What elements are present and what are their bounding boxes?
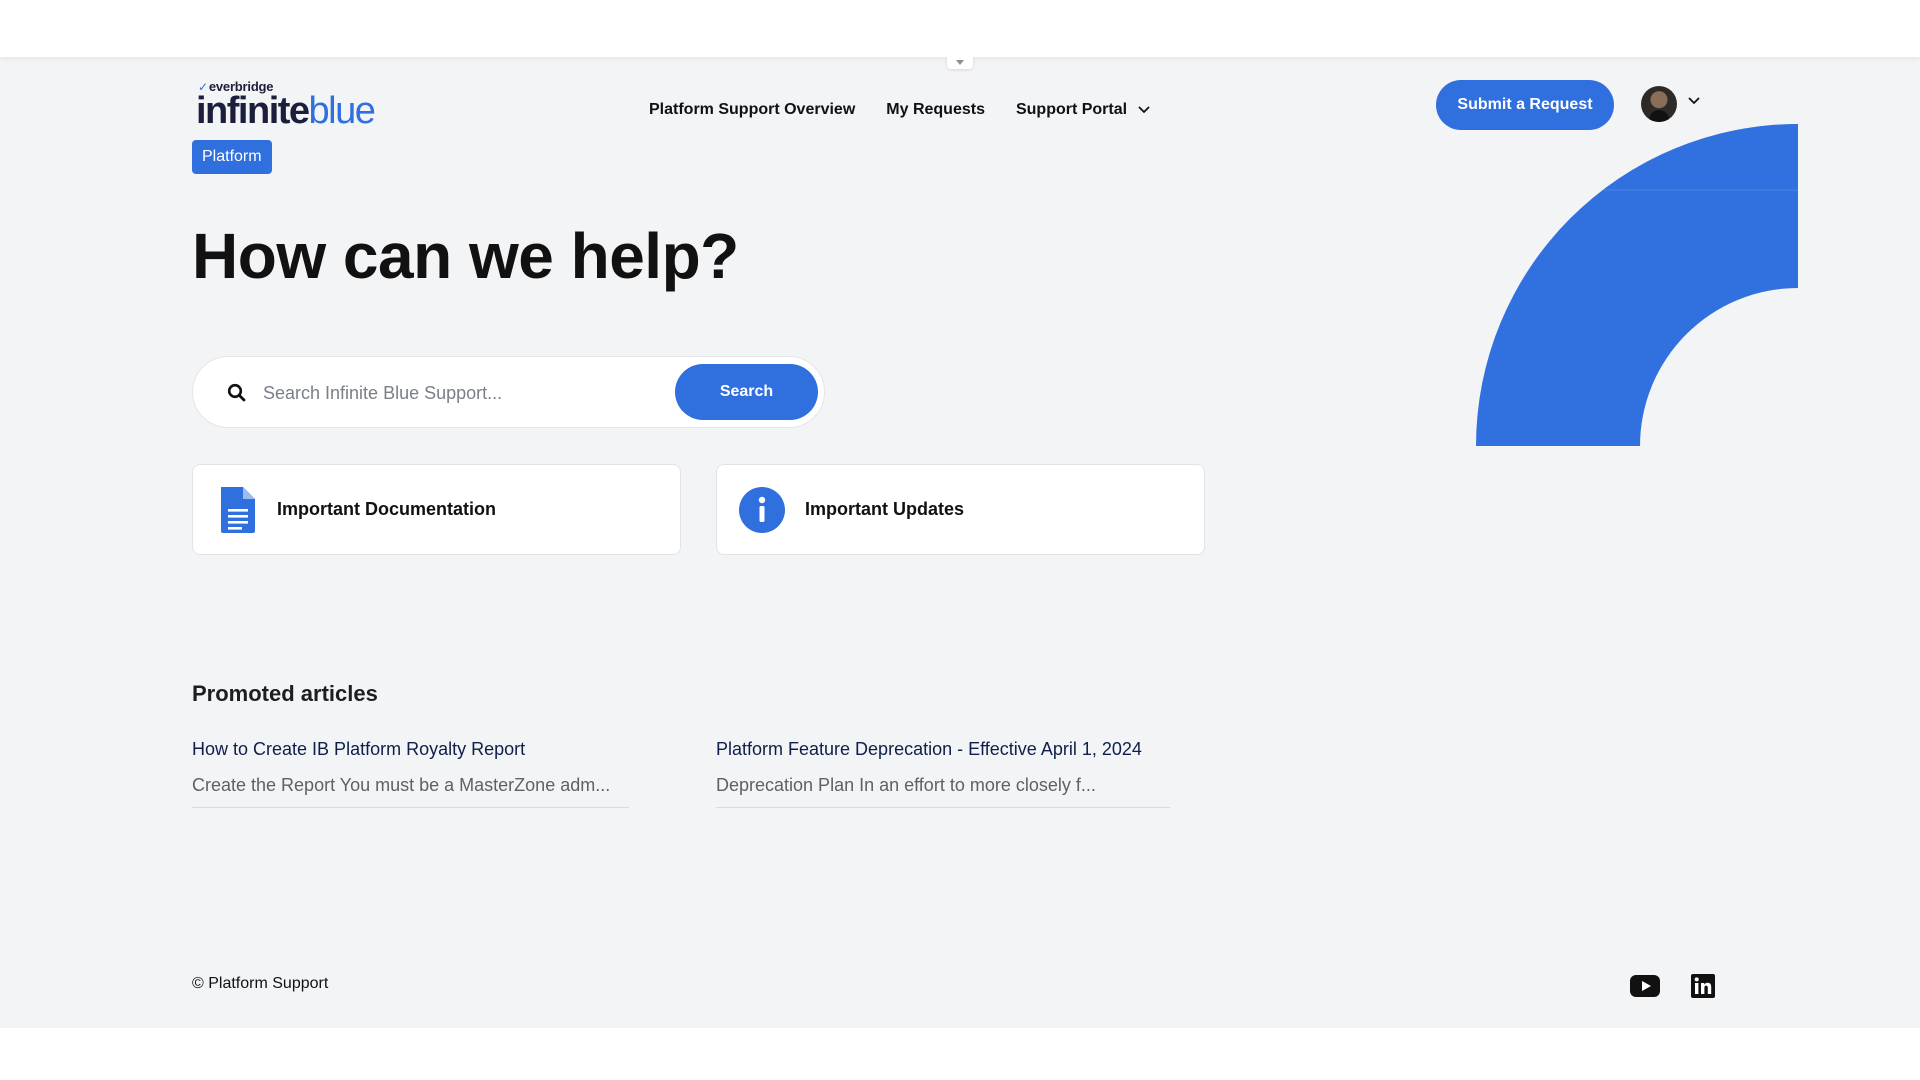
nav-support-portal[interactable]: Support Portal	[1016, 101, 1150, 119]
card-important-updates[interactable]: Important Updates	[716, 464, 1205, 555]
decorative-arc	[1476, 124, 1798, 446]
submit-request-button[interactable]: Submit a Request	[1436, 80, 1614, 130]
bottom-band	[0, 1028, 1920, 1080]
search-button[interactable]: Search	[675, 364, 818, 420]
nav-my-requests[interactable]: My Requests	[886, 101, 985, 119]
card-label: Important Documentation	[277, 499, 496, 519]
promoted-article[interactable]: How to Create IB Platform Royalty Report…	[192, 737, 629, 808]
logo-wordmark: infiniteblue	[196, 90, 376, 132]
nav-label: Platform Support Overview	[649, 101, 856, 118]
article-excerpt: Deprecation Plan In an effort to more cl…	[716, 775, 1096, 795]
search-input[interactable]	[263, 377, 653, 409]
nav-label: Support Portal	[1015, 101, 1128, 118]
chevron-down-icon	[956, 60, 964, 65]
article-title-link[interactable]: Platform Feature Deprecation - Effective…	[716, 737, 1170, 761]
search-icon	[227, 383, 246, 402]
main-nav: Platform Support Overview My Requests Su…	[649, 95, 1150, 125]
footer-copyright: © Platform Support	[192, 975, 329, 992]
search-box: Search	[192, 356, 825, 428]
youtube-icon[interactable]	[1630, 975, 1660, 997]
platform-badge: Platform	[192, 140, 272, 174]
user-avatar[interactable]	[1641, 86, 1677, 122]
nav-platform-support-overview[interactable]: Platform Support Overview	[649, 101, 855, 119]
article-title-link[interactable]: How to Create IB Platform Royalty Report	[192, 737, 629, 761]
promoted-articles-heading: Promoted articles	[192, 681, 378, 706]
linkedin-icon[interactable]	[1691, 974, 1715, 998]
article-excerpt: Create the Report You must be a MasterZo…	[192, 775, 611, 795]
nav-label: My Requests	[886, 101, 985, 118]
browser-top-bar	[0, 0, 1920, 57]
chevron-down-icon[interactable]	[1688, 97, 1700, 105]
card-label: Important Updates	[805, 499, 965, 519]
card-important-documentation[interactable]: Important Documentation	[192, 464, 681, 555]
collapse-handle[interactable]	[947, 57, 973, 69]
promoted-article[interactable]: Platform Feature Deprecation - Effective…	[716, 737, 1170, 808]
document-icon	[219, 486, 257, 533]
infiniteblue-logo[interactable]: ✓everbridge infiniteblue	[194, 79, 394, 139]
chevron-down-icon	[1138, 106, 1150, 113]
page-title: How can we help?	[192, 220, 739, 292]
page-body: ✓everbridge infiniteblue Platform Platfo…	[0, 57, 1920, 1028]
info-icon	[739, 486, 785, 533]
